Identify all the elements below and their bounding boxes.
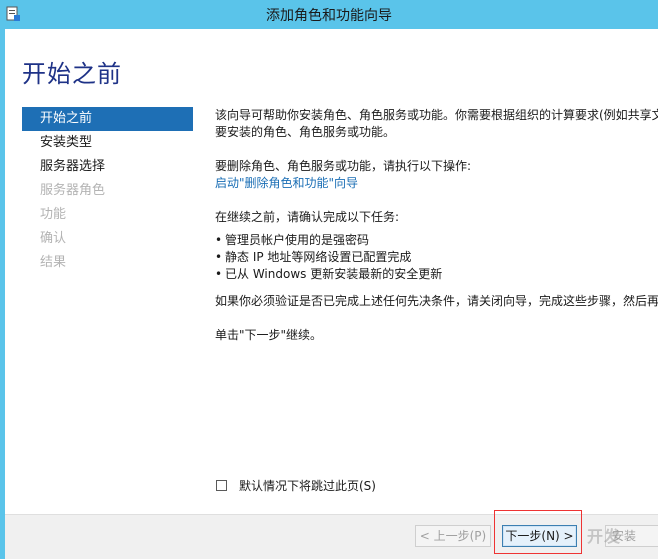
wizard-step-nav: 开始之前 安装类型 服务器选择 服务器角色 功能 确认 结果 <box>22 107 193 275</box>
next-hint: 单击"下一步"继续。 <box>215 328 323 342</box>
list-item: 静态 IP 地址等网络设置已配置完成 <box>215 249 658 266</box>
install-button[interactable]: 安装 <box>605 525 658 547</box>
next-button[interactable]: 下一步(N) > <box>502 525 577 547</box>
window-title: 添加角色和功能向导 <box>266 8 392 24</box>
nav-step-features: 功能 <box>40 207 67 222</box>
skip-page-label[interactable]: 默认情况下将跳过此页(S) <box>239 477 376 494</box>
wizard-button-bar: < 上一步(P) 下一步(N) > 安装 <box>5 514 658 559</box>
page-title: 开始之前 <box>22 60 122 88</box>
nav-step-confirmation: 确认 <box>40 231 67 246</box>
nav-step-server-selection[interactable]: 服务器选择 <box>22 155 193 179</box>
nav-step-before-you-begin[interactable]: 开始之前 <box>22 107 193 131</box>
skip-page-option[interactable]: 默认情况下将跳过此页(S) <box>216 477 376 494</box>
previous-button[interactable]: < 上一步(P) <box>415 525 491 547</box>
nav-step-results: 结果 <box>40 255 67 270</box>
wizard-content: 该向导可帮助你安装角色、角色服务或功能。你需要根据组织的计算要求(例如共享文 要… <box>215 107 658 344</box>
before-continue-text: 在继续之前，请确认完成以下任务: <box>215 210 400 224</box>
intro-line-2: 要安装的角色、角色服务或功能。 <box>215 125 396 139</box>
intro-line-1: 该向导可帮助你安装角色、角色服务或功能。你需要根据组织的计算要求(例如共享文 <box>215 108 658 122</box>
prerequisite-list: 管理员帐户使用的是强密码 静态 IP 地址等网络设置已配置完成 已从 Windo… <box>215 232 658 283</box>
skip-page-checkbox[interactable] <box>216 480 227 491</box>
wizard-client-area: 开始之前 开始之前 安装类型 服务器选择 服务器角色 功能 确认 结果 该向导可… <box>5 29 658 559</box>
list-item: 已从 Windows 更新安装最新的安全更新 <box>215 266 658 283</box>
title-bar[interactable]: 添加角色和功能向导 <box>0 0 658 29</box>
verify-text: 如果你必须验证是否已完成上述任何先决条件，请关闭向导，完成这些步骤，然后再 <box>215 294 658 308</box>
nav-step-server-roles: 服务器角色 <box>40 183 106 198</box>
remove-roles-wizard-link[interactable]: 启动"删除角色和功能"向导 <box>215 176 358 190</box>
list-item: 管理员帐户使用的是强密码 <box>215 232 658 249</box>
nav-step-installation-type[interactable]: 安装类型 <box>22 131 193 155</box>
remove-instruction: 要删除角色、角色服务或功能，请执行以下操作: <box>215 159 472 173</box>
